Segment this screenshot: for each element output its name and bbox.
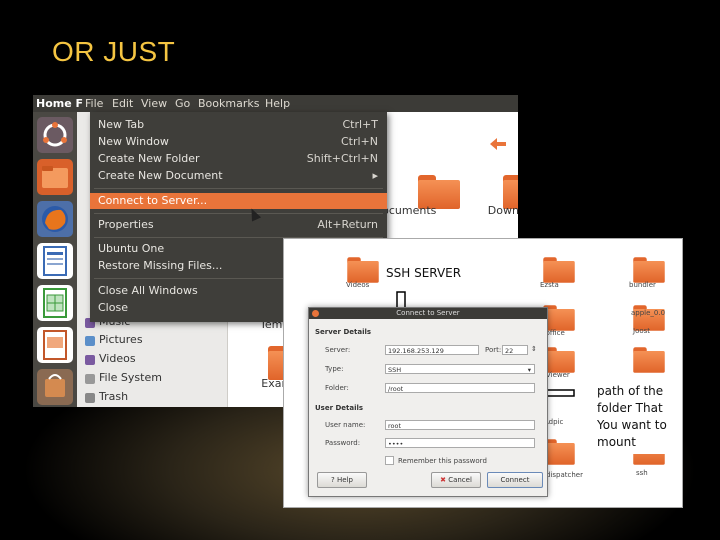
home-folder-icon[interactable] <box>37 159 73 195</box>
menu-file[interactable]: File <box>85 97 103 110</box>
menu-item-create-document[interactable]: Create New Document ▸ <box>98 168 378 184</box>
trash-icon <box>85 393 95 403</box>
bg-label: Ezsta <box>540 281 559 289</box>
bg-label: ssh <box>636 469 648 477</box>
remember-label: Remember this password <box>398 457 487 465</box>
password-label: Password: <box>325 439 361 447</box>
port-input[interactable]: 22 <box>502 345 528 355</box>
menubar: Home F File Edit View Go Bookmarks Help <box>33 95 518 112</box>
bg-label: Videos <box>346 281 370 289</box>
slide-title: OR JUST <box>52 36 176 67</box>
folder-input[interactable]: /root <box>385 383 535 393</box>
back-arrow-icon[interactable] <box>490 138 506 150</box>
dialog-titlebar: Connect to Server <box>309 308 547 319</box>
password-input[interactable]: •••• <box>385 438 535 448</box>
connect-button[interactable]: Connect <box>487 472 543 488</box>
harddisk-icon <box>85 374 95 384</box>
help-icon: ? <box>331 476 335 484</box>
help-button[interactable]: ? Help <box>317 472 367 488</box>
cancel-button[interactable]: ✖ Cancel <box>431 472 481 488</box>
bg-label: dispatcher <box>546 471 583 479</box>
launcher <box>33 112 77 407</box>
menu-edit[interactable]: Edit <box>112 97 133 110</box>
sidebar-item-videos[interactable]: Videos <box>99 352 136 365</box>
folder-icon <box>633 257 665 283</box>
server-details-heading: Server Details <box>315 328 372 336</box>
menu-separator <box>94 213 383 214</box>
server-label: Server: <box>325 346 351 354</box>
videos-icon <box>85 355 95 365</box>
user-details-heading: User Details <box>315 404 364 412</box>
menu-item-properties[interactable]: Properties Alt+Return <box>98 217 378 233</box>
menu-bookmarks[interactable]: Bookmarks <box>198 97 259 110</box>
remember-checkbox[interactable] <box>385 456 394 465</box>
type-select[interactable]: SSH ▾ <box>385 364 535 374</box>
cancel-icon: ✖ <box>440 476 446 484</box>
ssh-server-callout: SSH SERVER <box>382 261 462 287</box>
folder-icon <box>347 257 379 283</box>
close-icon[interactable] <box>312 310 319 317</box>
username-label: User name: <box>325 421 366 429</box>
menu-help[interactable]: Help <box>265 97 290 110</box>
port-stepper[interactable]: ⇕ <box>531 345 537 353</box>
menu-view[interactable]: View <box>141 97 167 110</box>
menu-go[interactable]: Go <box>175 97 190 110</box>
sidebar-item-pictures[interactable]: Pictures <box>99 333 143 346</box>
type-label: Type: <box>325 365 344 373</box>
menu-item-create-folder[interactable]: Create New Folder Shift+Ctrl+N <box>98 151 378 167</box>
folder-icon <box>543 257 575 283</box>
menu-item-new-window[interactable]: New Window Ctrl+N <box>98 134 378 150</box>
folder-label: Folder: <box>325 384 349 392</box>
username-input[interactable]: root <box>385 420 535 430</box>
menu-item-new-tab[interactable]: New Tab Ctrl+T <box>98 117 378 133</box>
bg-label: Viewer <box>546 371 570 379</box>
bg-label: apple_0.0 <box>631 309 666 317</box>
impress-icon[interactable] <box>37 327 73 363</box>
menu-item-connect-to-server[interactable]: Connect to Server... <box>90 193 387 209</box>
connect-dialog-screenshot: Videos Ezsta bundler isoffice Joost View… <box>283 238 683 508</box>
folder-label-downloads[interactable]: Downloads <box>478 204 518 217</box>
chevron-down-icon: ▾ <box>527 366 531 374</box>
server-input[interactable]: 192.168.253.129 <box>385 345 479 355</box>
ubuntu-logo-icon[interactable] <box>37 117 73 153</box>
submenu-arrow-icon: ▸ <box>372 169 378 182</box>
software-center-icon[interactable] <box>37 369 73 405</box>
calc-icon[interactable] <box>37 285 73 321</box>
folder-path-callout: path of the folder That You want to moun… <box>594 382 680 454</box>
bg-label: Joost <box>633 327 651 335</box>
port-label: Port: <box>485 346 502 354</box>
pictures-icon <box>85 336 95 346</box>
writer-icon[interactable] <box>37 243 73 279</box>
sidebar-item-trash[interactable]: Trash <box>99 390 128 403</box>
bg-label: bundler <box>629 281 656 289</box>
connect-to-server-dialog: Connect to Server Server Details Server:… <box>308 307 548 497</box>
firefox-icon[interactable] <box>37 201 73 237</box>
menu-separator <box>94 188 383 189</box>
menubar-home[interactable]: Home F <box>36 97 83 110</box>
folder-icon <box>633 347 665 373</box>
sidebar-item-filesystem[interactable]: File System <box>99 371 162 384</box>
